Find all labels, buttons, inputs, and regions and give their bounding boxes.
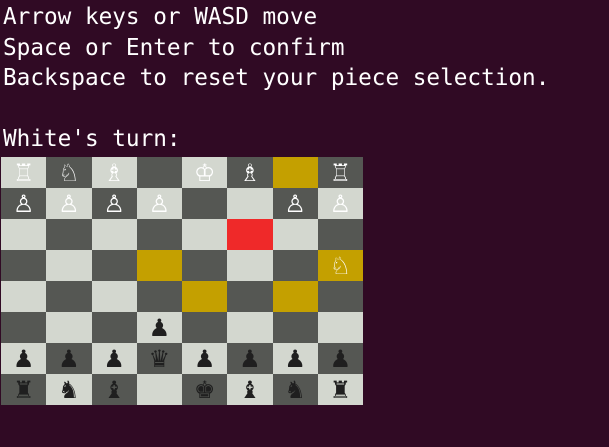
instruction-confirm: Space or Enter to confirm: [3, 35, 345, 61]
pawn-icon[interactable]: ♙: [149, 192, 171, 216]
square-b5[interactable]: [46, 250, 92, 281]
square-c1[interactable]: ♝: [91, 374, 137, 405]
pawn-icon[interactable]: ♟: [330, 347, 352, 371]
square-b2[interactable]: ♟: [46, 343, 92, 374]
square-a5[interactable]: [1, 250, 47, 281]
square-g2[interactable]: ♟: [272, 343, 318, 374]
square-d6[interactable]: [136, 219, 182, 250]
pawn-icon[interactable]: ♟: [13, 347, 35, 371]
pawn-icon[interactable]: ♙: [58, 192, 80, 216]
instruction-reset: Backspace to reset your piece selection.: [3, 65, 550, 91]
pawn-icon[interactable]: ♙: [284, 192, 306, 216]
king-icon[interactable]: ♔: [194, 161, 216, 185]
king-icon[interactable]: ♚: [194, 378, 216, 402]
square-d3[interactable]: ♟: [136, 312, 182, 343]
square-a6[interactable]: [1, 219, 47, 250]
pawn-icon[interactable]: ♟: [194, 347, 216, 371]
square-d5[interactable]: [136, 250, 182, 281]
knight-icon[interactable]: ♞: [284, 378, 306, 402]
square-a7[interactable]: ♙: [1, 188, 47, 219]
square-g5[interactable]: [272, 250, 318, 281]
square-f2[interactable]: ♟: [227, 343, 273, 374]
square-a4[interactable]: [1, 281, 47, 312]
square-h8[interactable]: ♖: [317, 157, 363, 188]
square-h7[interactable]: ♙: [317, 188, 363, 219]
pawn-icon[interactable]: ♟: [149, 316, 171, 340]
square-a1[interactable]: ♜: [1, 374, 47, 405]
square-g8[interactable]: [272, 157, 318, 188]
square-e3[interactable]: [182, 312, 228, 343]
rook-icon[interactable]: ♖: [330, 161, 352, 185]
square-b6[interactable]: [46, 219, 92, 250]
square-e8[interactable]: ♔: [182, 157, 228, 188]
square-g7[interactable]: ♙: [272, 188, 318, 219]
pawn-icon[interactable]: ♙: [330, 192, 352, 216]
square-d8[interactable]: [136, 157, 182, 188]
square-e1[interactable]: ♚: [182, 374, 228, 405]
pawn-icon[interactable]: ♙: [13, 192, 35, 216]
turn-indicator: White's turn:: [3, 126, 181, 152]
square-a2[interactable]: ♟: [1, 343, 47, 374]
square-a8[interactable]: ♖: [1, 157, 47, 188]
square-c7[interactable]: ♙: [91, 188, 137, 219]
square-f3[interactable]: [227, 312, 273, 343]
square-d7[interactable]: ♙: [136, 188, 182, 219]
square-e6[interactable]: [182, 219, 228, 250]
bishop-icon[interactable]: ♝: [103, 378, 125, 402]
knight-icon[interactable]: ♞: [58, 378, 80, 402]
square-d2[interactable]: ♛: [136, 343, 182, 374]
square-a3[interactable]: [1, 312, 47, 343]
rook-icon[interactable]: ♖: [13, 161, 35, 185]
square-f7[interactable]: [227, 188, 273, 219]
rook-icon[interactable]: ♜: [330, 378, 352, 402]
square-c6[interactable]: [91, 219, 137, 250]
square-h5[interactable]: ♘: [317, 250, 363, 281]
square-c8[interactable]: ♗: [91, 157, 137, 188]
square-c2[interactable]: ♟: [91, 343, 137, 374]
square-b8[interactable]: ♘: [46, 157, 92, 188]
square-c3[interactable]: [91, 312, 137, 343]
instruction-move: Arrow keys or WASD move: [3, 4, 318, 30]
square-h2[interactable]: ♟: [317, 343, 363, 374]
square-h3[interactable]: [317, 312, 363, 343]
square-h4[interactable]: [317, 281, 363, 312]
square-f4[interactable]: [227, 281, 273, 312]
knight-icon[interactable]: ♘: [58, 161, 80, 185]
square-h1[interactable]: ♜: [317, 374, 363, 405]
square-b1[interactable]: ♞: [46, 374, 92, 405]
square-e7[interactable]: [182, 188, 228, 219]
square-d4[interactable]: [136, 281, 182, 312]
square-e2[interactable]: ♟: [182, 343, 228, 374]
square-f1[interactable]: ♝: [227, 374, 273, 405]
bishop-icon[interactable]: ♗: [103, 161, 125, 185]
rook-icon[interactable]: ♜: [13, 378, 35, 402]
square-c5[interactable]: [91, 250, 137, 281]
pawn-icon[interactable]: ♙: [103, 192, 125, 216]
bishop-icon[interactable]: ♝: [239, 378, 261, 402]
terminal-window: Arrow keys or WASD move Space or Enter t…: [0, 0, 609, 447]
knight-icon[interactable]: ♘: [330, 254, 352, 278]
bishop-icon[interactable]: ♗: [239, 161, 261, 185]
queen-icon[interactable]: ♛: [149, 347, 171, 371]
square-f8[interactable]: ♗: [227, 157, 273, 188]
pawn-icon[interactable]: ♟: [284, 347, 306, 371]
square-e5[interactable]: [182, 250, 228, 281]
square-g3[interactable]: [272, 312, 318, 343]
square-e4[interactable]: [182, 281, 228, 312]
square-f6[interactable]: [227, 219, 273, 250]
pawn-icon[interactable]: ♟: [58, 347, 80, 371]
square-g1[interactable]: ♞: [272, 374, 318, 405]
square-b3[interactable]: [46, 312, 92, 343]
square-f5[interactable]: [227, 250, 273, 281]
square-g4[interactable]: [272, 281, 318, 312]
square-h6[interactable]: [317, 219, 363, 250]
square-g6[interactable]: [272, 219, 318, 250]
square-b4[interactable]: [46, 281, 92, 312]
pawn-icon[interactable]: ♟: [239, 347, 261, 371]
square-b7[interactable]: ♙: [46, 188, 92, 219]
square-c4[interactable]: [91, 281, 137, 312]
pawn-icon[interactable]: ♟: [103, 347, 125, 371]
chess-board[interactable]: ♖ ♘ ♗ ♔ ♗ ♖ ♙ ♙ ♙ ♙ ♙ ♙ ♘ ♟ ♟ ♟ ♟ ♛ ♟ ♟ ♟ ♟ ♜ ♞ ♝ ♚ ♝ ♞ ♜: [1, 157, 363, 405]
square-d1[interactable]: [136, 374, 182, 405]
